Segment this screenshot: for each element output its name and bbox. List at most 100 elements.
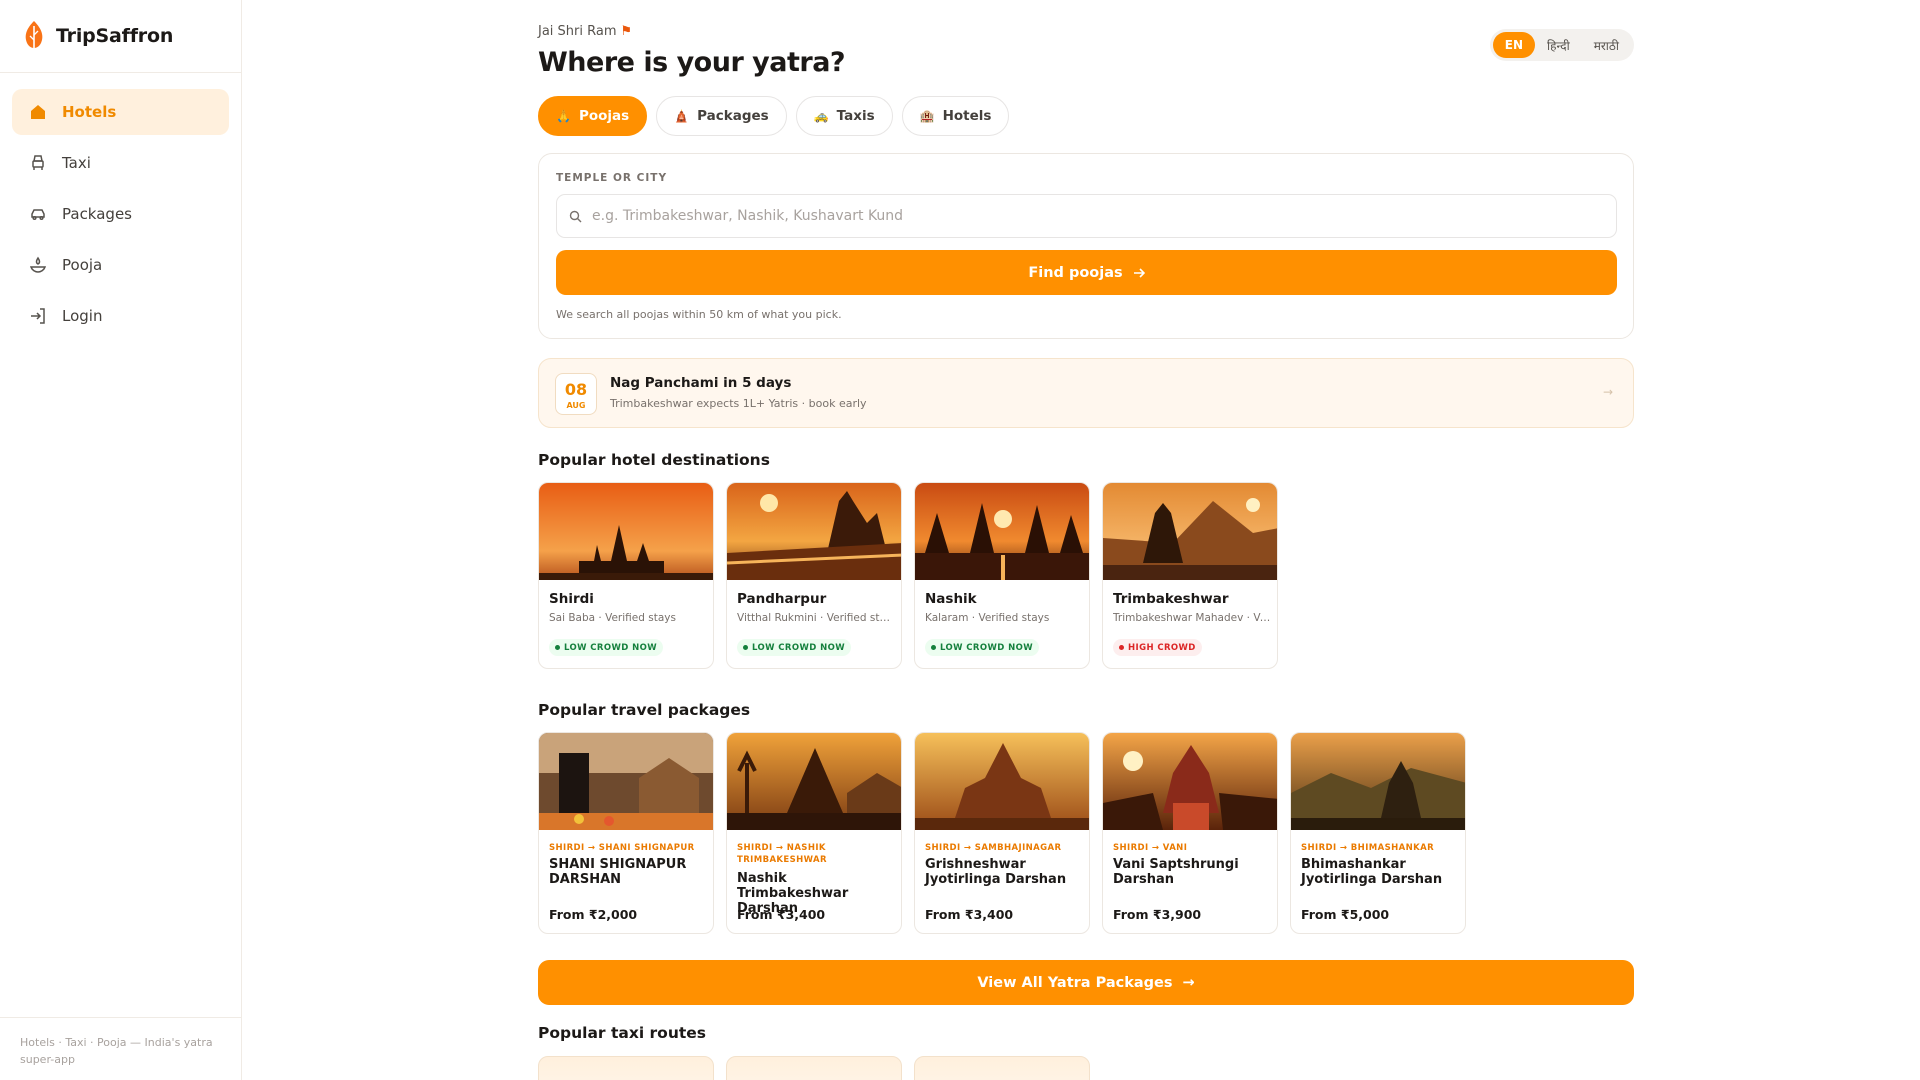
greeting-text: Jai Shri Ram xyxy=(538,24,617,39)
saffron-leaf-logo-icon xyxy=(25,21,43,51)
tab-label: Poojas xyxy=(578,108,630,124)
status-dot xyxy=(555,645,560,650)
lang-option-marathi[interactable]: मराठी xyxy=(1582,32,1631,58)
package-card-grishneshwar[interactable]: SHIRDI → SAMBHAJINAGAR Grishneshwar Jyot… xyxy=(914,732,1090,934)
sidebar-item-login[interactable]: Login xyxy=(12,293,229,339)
hotel-subtitle: Kalaram · Verified stays xyxy=(925,612,1050,624)
crowd-badge: LOW CROWD NOW xyxy=(737,639,851,656)
sidebar-item-label: Hotels xyxy=(62,103,117,121)
find-poojas-label: Find poojas xyxy=(1028,264,1123,281)
taxi-route-card[interactable] xyxy=(538,1056,714,1080)
search-icon xyxy=(569,210,582,222)
festival-banner[interactable]: 08 AUG Nag Panchami in 5 days Trimbakesh… xyxy=(538,358,1634,428)
diya-icon xyxy=(28,255,48,275)
hotel-icon xyxy=(28,102,48,122)
festival-date: 08 AUG xyxy=(555,373,597,415)
hotel-card-pandharpur[interactable]: Pandharpur Vitthal Rukmini · Verified st… xyxy=(726,482,902,669)
view-all-label: View All Yatra Packages xyxy=(977,974,1173,991)
taxi-route-card[interactable] xyxy=(914,1056,1090,1080)
taxi-cards xyxy=(538,1056,1102,1080)
search-card: TEMPLE OR CITY Find poojas We search all… xyxy=(538,153,1634,339)
sidebar-item-label: Login xyxy=(62,307,103,325)
service-tabs: 🙏 Poojas 🛕 Packages 🚕 Taxis 🏨 Hotels xyxy=(538,96,1018,136)
tab-hotels[interactable]: 🏨 Hotels xyxy=(901,96,1010,136)
package-name: Grishneshwar Jyotirlinga Darshan xyxy=(925,857,1067,887)
taxi-icon: 🚕 xyxy=(813,109,829,123)
hotel-image-shirdi xyxy=(539,483,713,580)
hotel-cards: Shirdi Sai Baba · Verified stays LOW CRO… xyxy=(538,482,1290,669)
language-switcher: EN हिन्दी मराठी xyxy=(1489,29,1634,61)
package-cards: SHIRDI → SHANI SHIGNAPUR SHANI SHIGNAPUR… xyxy=(538,732,1478,934)
package-price: From ₹5,000 xyxy=(1301,907,1390,922)
hotel-image-pandharpur xyxy=(727,483,901,580)
package-image xyxy=(539,733,713,830)
tab-label: Taxis xyxy=(836,108,875,124)
folded-hands-icon: 🙏 xyxy=(556,109,571,123)
sidebar-footer: Hotels · Taxi · Pooja — India's yatra su… xyxy=(0,1017,241,1080)
hotel-name: Trimbakeshwar xyxy=(1113,591,1229,607)
crowd-label: HIGH CROWD xyxy=(1128,642,1196,653)
hotel-card-shirdi[interactable]: Shirdi Sai Baba · Verified stays LOW CRO… xyxy=(538,482,714,669)
package-price: From ₹3,400 xyxy=(737,907,826,922)
package-route: SHIRDI → BHIMASHANKAR xyxy=(1301,843,1435,853)
sidebar-item-taxi[interactable]: Taxi xyxy=(12,140,229,186)
tab-packages[interactable]: 🛕 Packages xyxy=(656,96,787,136)
package-name: Bhimashankar Jyotirlinga Darshan xyxy=(1301,857,1443,887)
tab-poojas[interactable]: 🙏 Poojas xyxy=(538,96,648,136)
hotel-card-trimbakeshwar[interactable]: Trimbakeshwar Trimbakeshwar Mahadev · Ve… xyxy=(1102,482,1278,669)
flag-icon: ⚑ xyxy=(620,24,633,39)
search-field[interactable] xyxy=(556,194,1617,238)
brand[interactable]: TripSaffron xyxy=(0,0,241,73)
greeting: Jai Shri Ram ⚑ xyxy=(538,24,632,39)
hotel-name: Pandharpur xyxy=(737,591,827,607)
sidebar-item-label: Taxi xyxy=(62,154,91,172)
package-image xyxy=(915,733,1089,830)
package-card-shani-shignapur[interactable]: SHIRDI → SHANI SHIGNAPUR SHANI SHIGNAPUR… xyxy=(538,732,714,934)
package-price: From ₹3,400 xyxy=(925,907,1014,922)
hotel-image-trimbakeshwar xyxy=(1103,483,1277,580)
arrow-right-icon: → xyxy=(1182,974,1195,991)
arrow-right-icon: → xyxy=(1602,385,1613,399)
taxi-route-card[interactable] xyxy=(726,1056,902,1080)
package-image xyxy=(727,733,901,830)
tab-taxis[interactable]: 🚕 Taxis xyxy=(795,96,893,136)
crowd-label: LOW CROWD NOW xyxy=(564,642,657,653)
hotel-card-nashik[interactable]: Nashik Kalaram · Verified stays LOW CROW… xyxy=(914,482,1090,669)
tab-label: Hotels xyxy=(942,108,992,124)
lang-option-hindi[interactable]: हिन्दी xyxy=(1535,32,1582,58)
find-poojas-button[interactable]: Find poojas xyxy=(556,250,1617,295)
hotels-section-title: Popular hotel destinations xyxy=(538,451,770,469)
sidebar-item-hotels[interactable]: Hotels xyxy=(12,89,229,135)
package-card-nashik-trimbakeshwar[interactable]: SHIRDI → NASHIK TRIMBAKESHWAR Nashik Tri… xyxy=(726,732,902,934)
lang-option-en[interactable]: EN xyxy=(1492,32,1536,58)
package-name: SHANI SHIGNAPUR DARSHAN xyxy=(549,857,687,887)
taxi-icon xyxy=(28,153,48,173)
sidebar-item-packages[interactable]: Packages xyxy=(12,191,229,237)
search-input[interactable] xyxy=(592,208,1592,224)
view-all-packages-button[interactable]: View All Yatra Packages → xyxy=(538,960,1634,1005)
festival-subtitle: Trimbakeshwar expects 1L+ Yatris · book … xyxy=(610,397,867,410)
crowd-label: LOW CROWD NOW xyxy=(940,642,1033,653)
package-card-bhimashankar[interactable]: SHIRDI → BHIMASHANKAR Bhimashankar Jyoti… xyxy=(1290,732,1466,934)
page-title: Where is your yatra? xyxy=(538,47,846,78)
package-route: SHIRDI → SHANI SHIGNAPUR xyxy=(549,843,695,853)
sidebar: TripSaffron Hotels Taxi Packages Pooja L… xyxy=(0,0,242,1080)
hotel-subtitle: Vitthal Rukmini · Verified stays xyxy=(737,612,895,624)
taxi-section-title: Popular taxi routes xyxy=(538,1024,707,1042)
package-card-vani[interactable]: SHIRDI → VANI Vani Saptshrungi Darshan F… xyxy=(1102,732,1278,934)
hotel-image-nashik xyxy=(915,483,1089,580)
status-dot xyxy=(743,645,748,650)
sidebar-item-pooja[interactable]: Pooja xyxy=(12,242,229,288)
temple-icon: 🛕 xyxy=(674,109,690,123)
packages-section-title: Popular travel packages xyxy=(538,701,751,719)
package-price: From ₹2,000 xyxy=(549,907,638,922)
crowd-badge: LOW CROWD NOW xyxy=(549,639,663,656)
car-icon xyxy=(28,204,48,224)
hotel-icon: 🏨 xyxy=(919,109,935,123)
brand-name: TripSaffron xyxy=(56,25,174,47)
login-icon xyxy=(28,306,48,326)
package-image xyxy=(1291,733,1465,830)
status-dot xyxy=(1119,645,1124,650)
package-name: Vani Saptshrungi Darshan xyxy=(1113,857,1239,887)
package-route: SHIRDI → SAMBHAJINAGAR xyxy=(925,843,1062,853)
